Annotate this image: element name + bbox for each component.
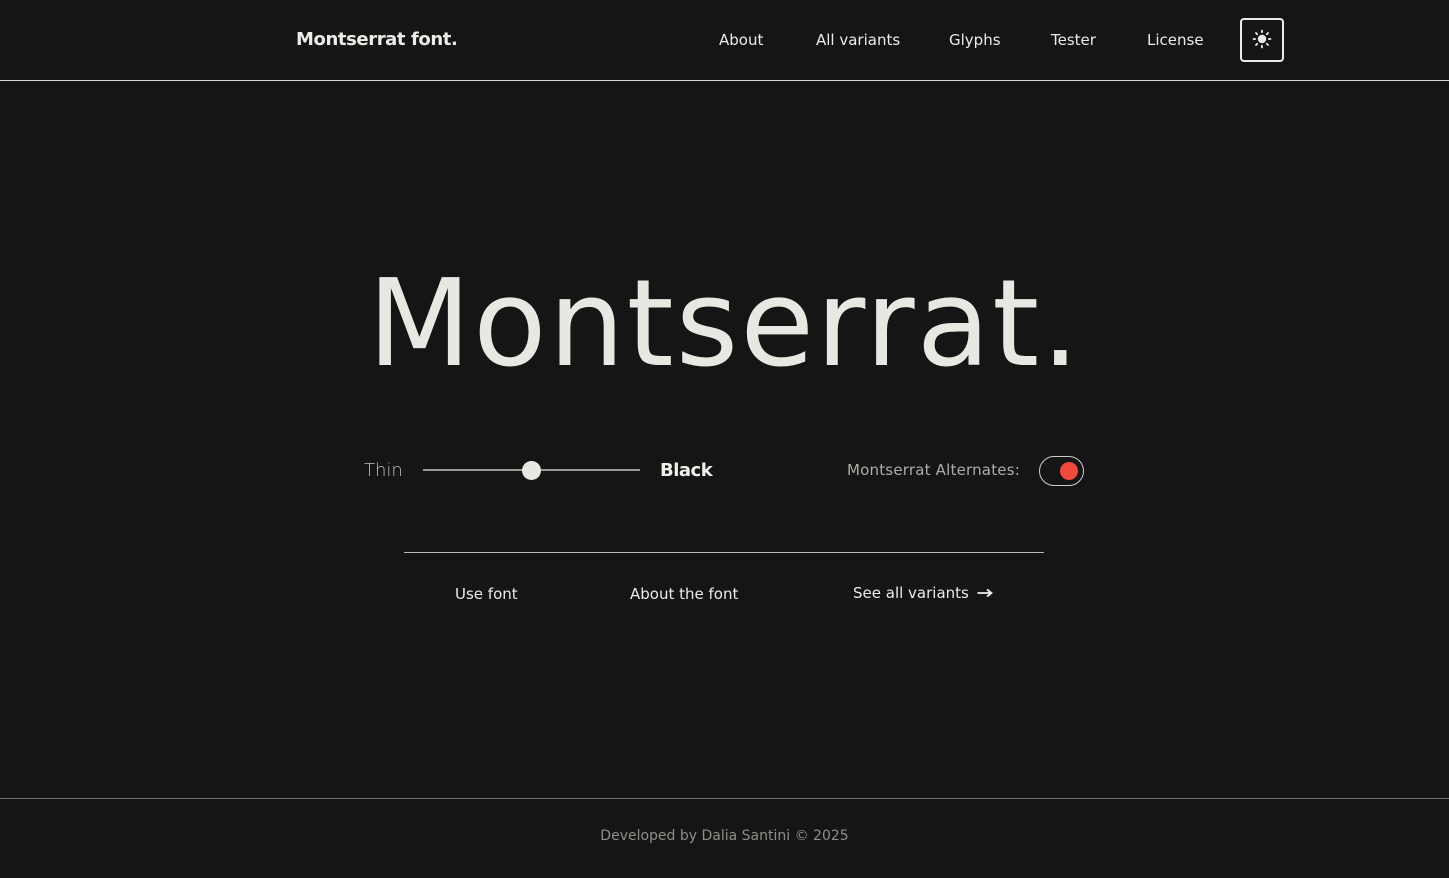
see-all-variants-link[interactable]: See all variants (853, 584, 993, 602)
site-header: Montserrat font. About All variants Glyp… (0, 0, 1449, 81)
nav-link-glyphs[interactable]: Glyphs (949, 31, 1001, 49)
weight-max-label: Black (660, 460, 713, 481)
arrow-right-icon (977, 584, 993, 602)
about-font-link[interactable]: About the font (630, 585, 738, 603)
see-all-variants-label: See all variants (853, 584, 969, 602)
nav-link-tester[interactable]: Tester (1051, 31, 1096, 49)
hero-title: Montserrat. (367, 255, 1082, 394)
nav-link-all-variants[interactable]: All variants (816, 31, 900, 49)
theme-toggle-button[interactable] (1240, 18, 1284, 62)
nav-link-about[interactable]: About (719, 31, 763, 49)
alternates-toggle[interactable] (1039, 456, 1084, 486)
nav-link-license[interactable]: License (1147, 31, 1204, 49)
site-footer: Developed by Dalia Santini © 2025 (0, 798, 1449, 878)
alternates-label: Montserrat Alternates: (847, 461, 1020, 479)
section-divider (404, 552, 1044, 553)
footer-credit: Developed by Dalia Santini © 2025 (600, 828, 849, 844)
sun-icon (1252, 29, 1272, 52)
weight-min-label: Thin (364, 460, 403, 481)
use-font-link[interactable]: Use font (455, 585, 518, 603)
brand-logo-link[interactable]: Montserrat font. (296, 29, 458, 50)
weight-slider-thumb[interactable] (522, 461, 541, 480)
alternates-toggle-knob (1060, 462, 1078, 480)
